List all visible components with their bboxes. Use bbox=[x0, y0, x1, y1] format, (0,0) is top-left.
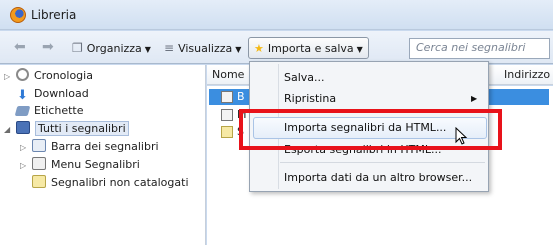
dropdown-caret-icon: ▼ bbox=[235, 45, 242, 54]
submenu-arrow-icon: ▶ bbox=[471, 94, 478, 103]
dropdown-caret-icon: ▼ bbox=[356, 45, 363, 54]
sidebar-item-menu[interactable]: ▷ Menu Segnalibri bbox=[20, 156, 140, 174]
firefox-logo-icon bbox=[10, 7, 26, 23]
column-indirizzo[interactable]: Indirizzo bbox=[504, 68, 550, 81]
mouse-cursor-icon bbox=[455, 127, 468, 145]
tag-icon bbox=[14, 106, 31, 116]
menu-item-salva[interactable]: Salva... bbox=[284, 68, 325, 88]
forward-arrow-icon[interactable]: ➡ bbox=[42, 40, 56, 54]
bookmark-folder-icon bbox=[221, 91, 233, 103]
visualizza-label: Visualizza bbox=[178, 42, 233, 55]
organizza-button[interactable]: ❐ Organizza ▼ bbox=[68, 37, 155, 59]
visualizza-button[interactable]: ≡ Visualizza ▼ bbox=[160, 37, 245, 59]
search-input[interactable]: Cerca nei segnalibri bbox=[409, 38, 550, 59]
expander-icon[interactable]: ▷ bbox=[20, 157, 32, 175]
list-item[interactable]: B bbox=[237, 90, 245, 103]
organize-icon: ❐ bbox=[72, 41, 83, 55]
bookmark-folder-icon bbox=[221, 109, 233, 121]
sidebar-item-tutti-i-segnalibri[interactable]: ◢ Tutti i segnalibri bbox=[4, 120, 129, 138]
sidebar-item-etichette[interactable]: Etichette bbox=[4, 102, 84, 120]
sidebar-item-download[interactable]: ⬇ Download bbox=[4, 85, 89, 103]
clock-icon bbox=[16, 68, 29, 81]
dropdown-caret-icon: ▼ bbox=[144, 45, 151, 54]
all-bookmarks-icon bbox=[16, 121, 30, 134]
bookmarks-menu-icon bbox=[32, 157, 46, 170]
expander-icon[interactable]: ▷ bbox=[4, 68, 16, 86]
back-arrow-icon[interactable]: ⬅ bbox=[14, 40, 28, 54]
menu-item-ripristina[interactable]: Ripristina bbox=[284, 89, 336, 109]
importa-label: Importa e salva bbox=[267, 42, 354, 55]
expander-icon[interactable]: ▷ bbox=[20, 139, 32, 157]
sidebar-tree: ▷ Cronologia ⬇ Download Etichette ◢ Tutti i… bbox=[0, 65, 206, 245]
menu-item-importa-dati[interactable]: Importa dati da un altro browser... bbox=[284, 168, 472, 188]
sidebar-item-non-catalogati[interactable]: Segnalibri non catalogati bbox=[20, 174, 189, 192]
bookmarks-toolbar-icon bbox=[32, 139, 46, 152]
download-arrow-icon: ⬇ bbox=[17, 88, 28, 103]
star-import-icon: ★ bbox=[254, 42, 264, 55]
title-bar: Libreria bbox=[0, 0, 553, 30]
expanded-icon[interactable]: ◢ bbox=[4, 121, 16, 139]
sidebar-item-barra[interactable]: ▷ Barra dei segnalibri bbox=[20, 138, 159, 156]
importa-e-salva-button[interactable]: ★ Importa e salva ▼ bbox=[248, 37, 369, 59]
library-window: Libreria ⬅ ➡ ❐ Organizza ▼ ≡ Visualizza ▼ ★ I… bbox=[0, 0, 553, 245]
window-title: Libreria bbox=[31, 8, 77, 22]
column-nome[interactable]: Nome bbox=[212, 68, 244, 81]
unsorted-bookmarks-icon bbox=[32, 175, 46, 188]
unsorted-folder-icon bbox=[221, 126, 233, 138]
toolbar: ⬅ ➡ ❐ Organizza ▼ ≡ Visualizza ▼ ★ Importa e … bbox=[0, 31, 553, 64]
sidebar-item-cronologia[interactable]: ▷ Cronologia bbox=[4, 67, 93, 85]
list-view-icon: ≡ bbox=[164, 41, 175, 55]
menu-separator bbox=[280, 162, 485, 163]
organizza-label: Organizza bbox=[86, 42, 142, 55]
